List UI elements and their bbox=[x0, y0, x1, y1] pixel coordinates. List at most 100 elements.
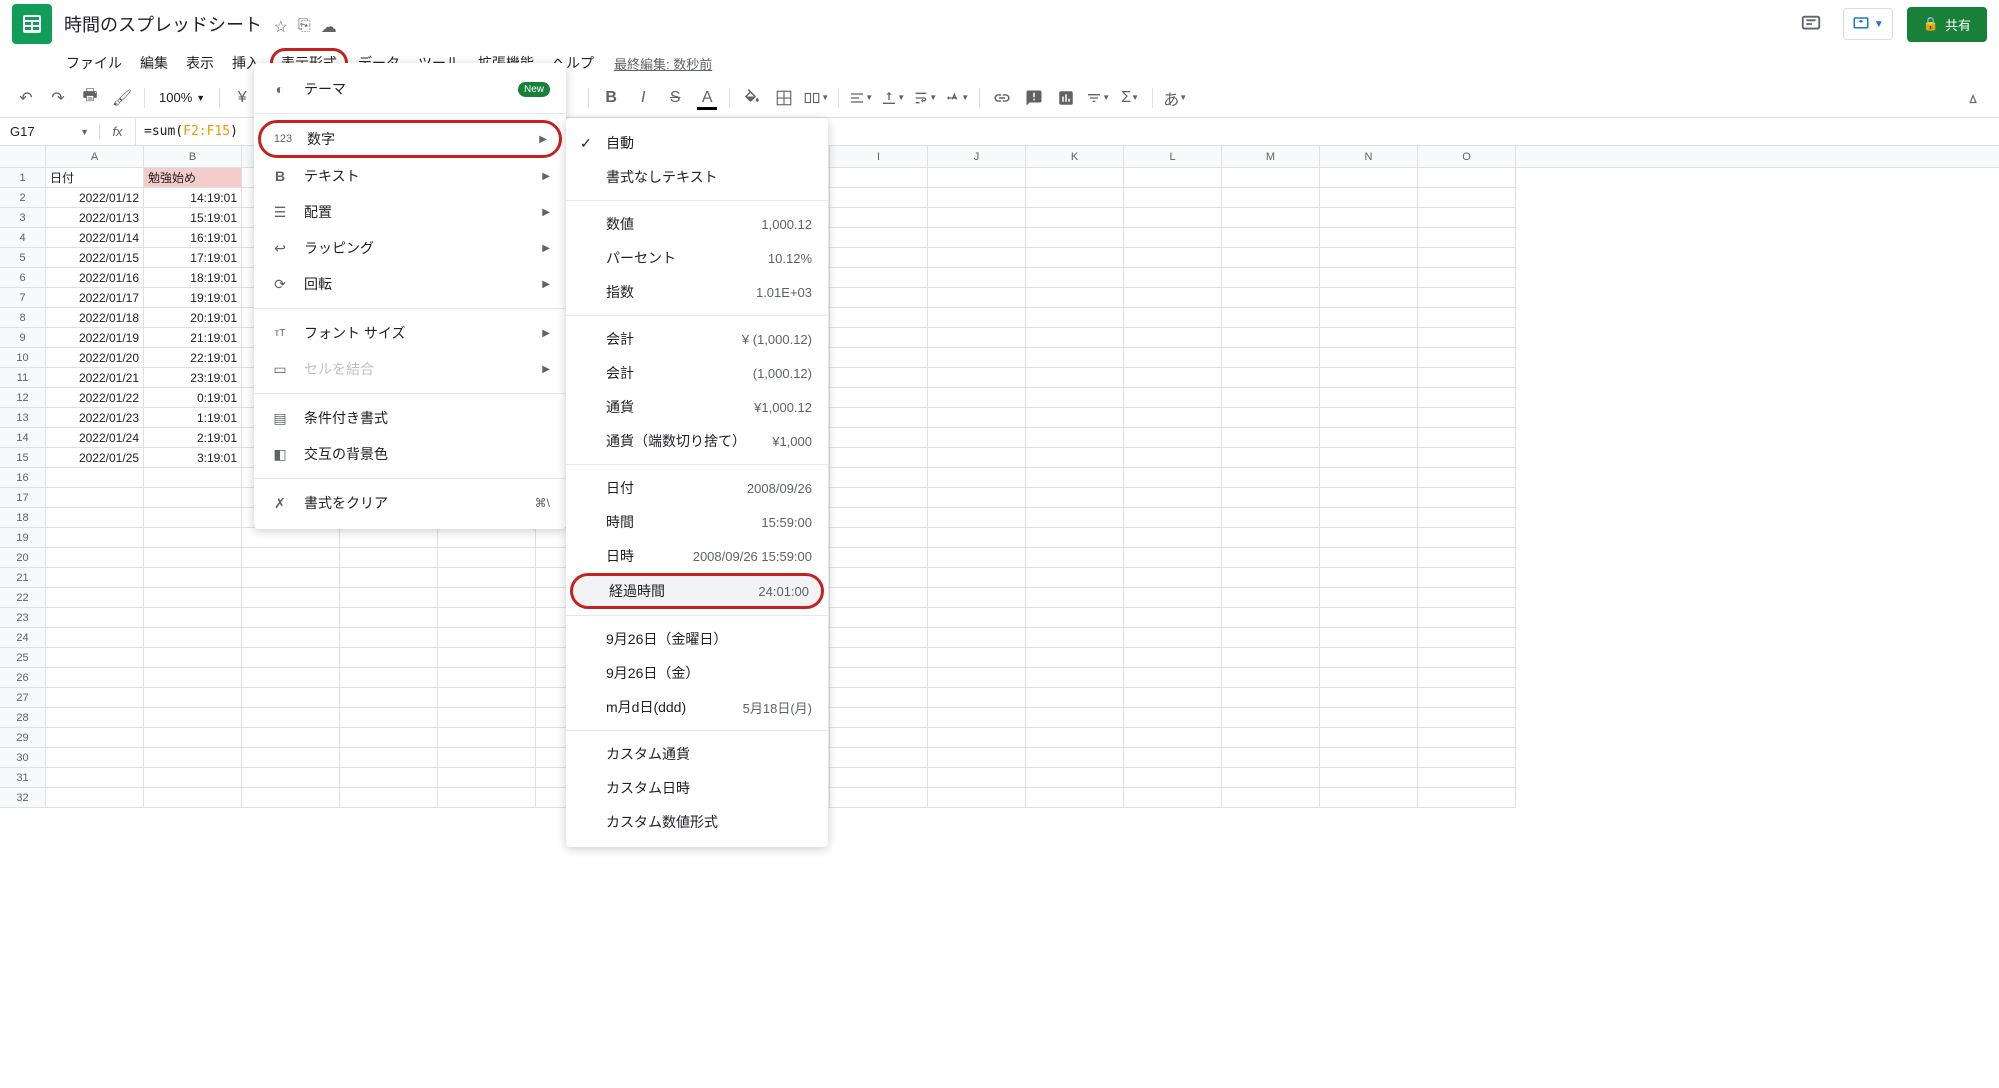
cell[interactable] bbox=[242, 768, 340, 788]
cell[interactable] bbox=[830, 388, 928, 408]
cell[interactable] bbox=[144, 548, 242, 568]
cell[interactable] bbox=[1418, 588, 1516, 608]
cell[interactable] bbox=[144, 748, 242, 768]
cell[interactable] bbox=[830, 168, 928, 188]
column-header[interactable]: M bbox=[1222, 146, 1320, 167]
number-format-accounting[interactable]: 会計 ¥ (1,000.12) bbox=[566, 322, 828, 356]
row-header[interactable]: 18 bbox=[0, 508, 46, 528]
cell[interactable] bbox=[1418, 228, 1516, 248]
cell[interactable]: 18:19:01 bbox=[144, 268, 242, 288]
cell[interactable] bbox=[1026, 528, 1124, 548]
cell[interactable] bbox=[928, 208, 1026, 228]
column-header[interactable]: A bbox=[46, 146, 144, 167]
fill-color-icon[interactable] bbox=[738, 84, 766, 112]
cell[interactable] bbox=[830, 488, 928, 508]
cell[interactable] bbox=[144, 608, 242, 628]
row-header[interactable]: 12 bbox=[0, 388, 46, 408]
cell[interactable] bbox=[1026, 188, 1124, 208]
cell[interactable] bbox=[1418, 368, 1516, 388]
cell[interactable] bbox=[1320, 368, 1418, 388]
cell[interactable] bbox=[1320, 428, 1418, 448]
row-header[interactable]: 17 bbox=[0, 488, 46, 508]
cell[interactable] bbox=[1320, 568, 1418, 588]
cell[interactable] bbox=[46, 788, 144, 808]
cell[interactable] bbox=[1124, 288, 1222, 308]
cell[interactable] bbox=[928, 428, 1026, 448]
cell[interactable] bbox=[928, 528, 1026, 548]
filter-icon[interactable]: ▼ bbox=[1084, 84, 1112, 112]
cell[interactable] bbox=[144, 508, 242, 528]
number-format-percent[interactable]: パーセント 10.12% bbox=[566, 241, 828, 275]
cell[interactable] bbox=[1320, 788, 1418, 808]
cell[interactable] bbox=[830, 328, 928, 348]
cell[interactable] bbox=[1320, 748, 1418, 768]
cell[interactable] bbox=[46, 548, 144, 568]
cell[interactable]: 15:19:01 bbox=[144, 208, 242, 228]
cell[interactable] bbox=[1026, 168, 1124, 188]
cell[interactable] bbox=[1418, 568, 1516, 588]
menu-item-wrapping[interactable]: ↩ ラッピング ▶ bbox=[254, 230, 566, 266]
cell[interactable] bbox=[1320, 628, 1418, 648]
cell[interactable] bbox=[1320, 248, 1418, 268]
cell[interactable] bbox=[1320, 448, 1418, 468]
cell[interactable] bbox=[1418, 508, 1516, 528]
cell[interactable]: 2022/01/17 bbox=[46, 288, 144, 308]
row-header[interactable]: 4 bbox=[0, 228, 46, 248]
cell[interactable]: 2022/01/21 bbox=[46, 368, 144, 388]
cell[interactable] bbox=[1222, 568, 1320, 588]
cell[interactable] bbox=[1124, 548, 1222, 568]
input-method-button[interactable]: あ▼ bbox=[1161, 84, 1189, 112]
cell[interactable] bbox=[242, 528, 340, 548]
cell[interactable] bbox=[242, 668, 340, 688]
cell[interactable] bbox=[830, 268, 928, 288]
name-box[interactable]: G17 ▼ bbox=[0, 124, 100, 139]
cell[interactable] bbox=[1222, 228, 1320, 248]
cell[interactable] bbox=[1222, 528, 1320, 548]
cell[interactable] bbox=[1026, 308, 1124, 328]
cloud-icon[interactable]: ☁ bbox=[321, 17, 337, 37]
cell[interactable] bbox=[1418, 688, 1516, 708]
cell[interactable] bbox=[1418, 748, 1516, 768]
cell[interactable] bbox=[1124, 208, 1222, 228]
cell[interactable] bbox=[438, 588, 536, 608]
cell[interactable] bbox=[1124, 568, 1222, 588]
cell[interactable] bbox=[1418, 188, 1516, 208]
menu-file[interactable]: ファイル bbox=[58, 49, 130, 77]
cell[interactable]: 2:19:01 bbox=[144, 428, 242, 448]
cell[interactable] bbox=[242, 748, 340, 768]
cell[interactable] bbox=[1320, 268, 1418, 288]
cell[interactable] bbox=[1222, 628, 1320, 648]
column-header[interactable]: N bbox=[1320, 146, 1418, 167]
cell[interactable]: 2022/01/15 bbox=[46, 248, 144, 268]
cell[interactable] bbox=[830, 368, 928, 388]
row-header[interactable]: 29 bbox=[0, 728, 46, 748]
cell[interactable] bbox=[242, 708, 340, 728]
cell[interactable] bbox=[340, 788, 438, 808]
cell[interactable] bbox=[242, 548, 340, 568]
cell[interactable] bbox=[1222, 448, 1320, 468]
cell[interactable] bbox=[1026, 468, 1124, 488]
cell[interactable] bbox=[1026, 428, 1124, 448]
cell[interactable] bbox=[1418, 528, 1516, 548]
menu-item-number[interactable]: 123 数字 ▶ bbox=[258, 120, 562, 158]
cell[interactable] bbox=[242, 648, 340, 668]
cell[interactable] bbox=[928, 228, 1026, 248]
cell[interactable] bbox=[144, 468, 242, 488]
cell[interactable] bbox=[1418, 248, 1516, 268]
column-header[interactable]: K bbox=[1026, 146, 1124, 167]
cell[interactable] bbox=[438, 628, 536, 648]
cell[interactable] bbox=[340, 608, 438, 628]
cell[interactable] bbox=[46, 588, 144, 608]
cell[interactable] bbox=[830, 288, 928, 308]
cell[interactable] bbox=[242, 588, 340, 608]
cell[interactable] bbox=[1222, 788, 1320, 808]
cell[interactable] bbox=[144, 768, 242, 788]
cell[interactable] bbox=[1418, 468, 1516, 488]
cell[interactable] bbox=[1124, 228, 1222, 248]
cell[interactable] bbox=[830, 768, 928, 788]
menu-item-conditional-formatting[interactable]: ▤ 条件付き書式 bbox=[254, 400, 566, 436]
cell[interactable] bbox=[830, 548, 928, 568]
cell[interactable]: 2022/01/12 bbox=[46, 188, 144, 208]
number-format-datetime[interactable]: 日時 2008/09/26 15:59:00 bbox=[566, 539, 828, 573]
cell[interactable] bbox=[46, 688, 144, 708]
